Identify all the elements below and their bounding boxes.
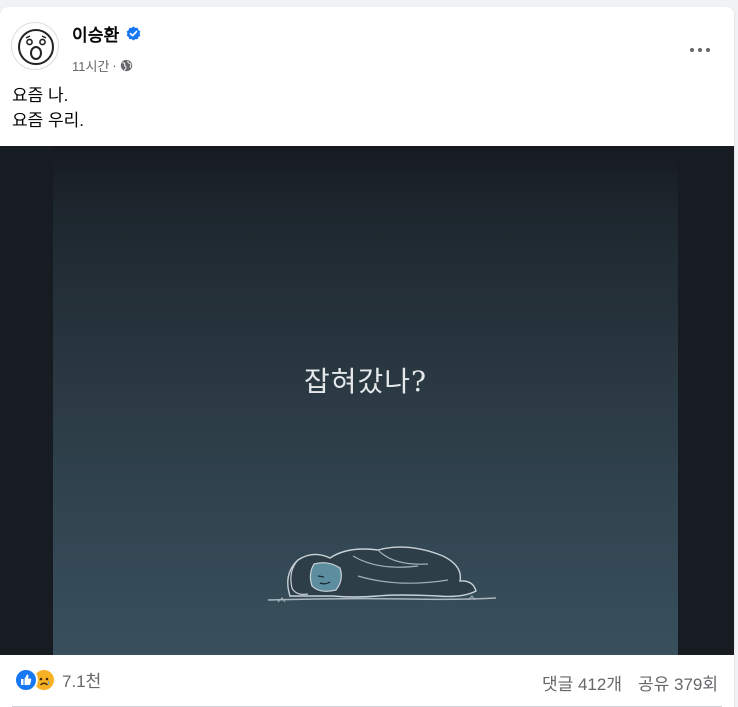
post-header: 이승환 11시간 · [0, 7, 734, 77]
post-text: 요즘 나. 요즘 우리. [12, 83, 84, 133]
reaction-count[interactable]: 7.1천 [62, 667, 101, 692]
globe-icon[interactable] [120, 59, 133, 72]
avatar-image [18, 29, 54, 65]
post-meta: 11시간 · [72, 56, 133, 75]
sleeping-person-illustration [267, 546, 497, 603]
more-dot-icon [698, 48, 702, 52]
author-name[interactable]: 이승환 [72, 21, 120, 46]
post-image[interactable]: 잡혀갔나? [53, 146, 678, 655]
post-time[interactable]: 11시간 [72, 56, 109, 75]
like-icon [14, 667, 38, 692]
avatar[interactable] [11, 22, 59, 70]
post-stats: 댓글 412개 공유 379회 [526, 670, 718, 695]
share-count[interactable]: 공유 379회 [638, 670, 718, 695]
post-media[interactable]: 잡혀갔나? [0, 146, 734, 655]
image-caption: 잡혀갔나? [303, 365, 428, 398]
more-dot-icon [706, 48, 710, 52]
reactions-summary[interactable]: 7.1천 [14, 667, 101, 692]
comment-count[interactable]: 댓글 412개 [542, 670, 622, 695]
post-footer: 7.1천 댓글 412개 공유 379회 [0, 655, 734, 707]
post-card: 이승환 11시간 · 요즘 나. 요즘 우리. 잡혀갔나? 7.1천 댓글 41… [0, 7, 734, 707]
more-options-button[interactable] [682, 32, 718, 68]
verified-badge-icon [126, 26, 141, 41]
post-text-line: 요즘 우리. [12, 111, 85, 130]
meta-separator: · [112, 58, 117, 73]
post-text-line: 요즘 나. [12, 86, 69, 105]
more-dot-icon [690, 48, 694, 52]
